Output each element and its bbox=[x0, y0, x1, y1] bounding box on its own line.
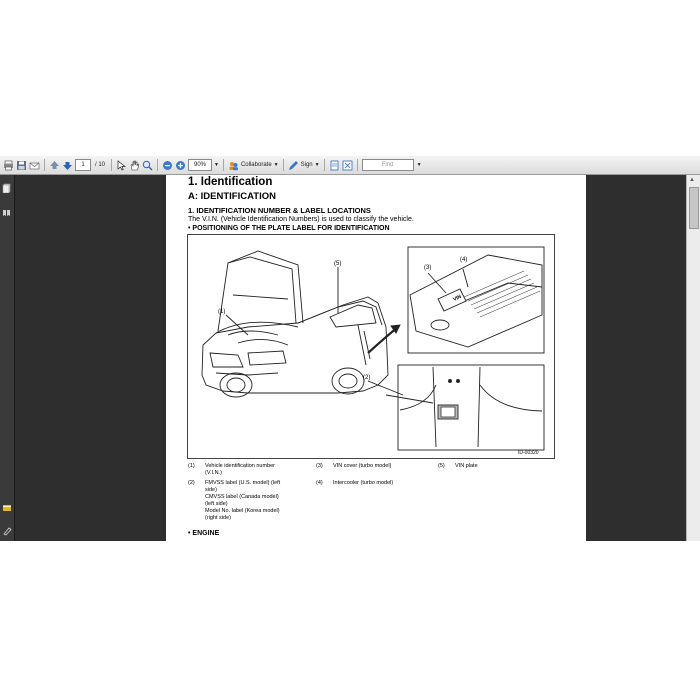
bookmarks-icon[interactable] bbox=[2, 205, 12, 216]
chevron-down-icon[interactable]: ▼ bbox=[417, 158, 422, 172]
toolbar-separator bbox=[323, 159, 325, 171]
pdf-viewer-window: 1 / 10 90% ▼ Collaborate ▼ Sign ▼ Find ▼… bbox=[0, 156, 700, 541]
legend-col-3: (5) VIN plate bbox=[438, 463, 518, 470]
attachments-icon[interactable] bbox=[2, 500, 12, 511]
legend-col-2: (3) VIN cover (turbo model) (4) Intercoo… bbox=[316, 463, 436, 487]
callout-3: (3) bbox=[424, 265, 431, 271]
pdf-page: 1. Identification A: IDENTIFICATION 1. I… bbox=[166, 175, 586, 541]
collaborate-icon bbox=[229, 161, 238, 170]
toolbar-separator bbox=[222, 159, 224, 171]
signatures-icon[interactable] bbox=[2, 523, 12, 536]
legend-item: (1) Vehicle identification number (V.I.N… bbox=[188, 463, 276, 476]
navigation-pane bbox=[0, 175, 15, 541]
sign-button[interactable]: Sign ▼ bbox=[288, 158, 320, 172]
sign-label: Sign bbox=[300, 162, 313, 168]
toolbar-separator bbox=[44, 159, 45, 171]
legend-item: (4) Intercooler (turbo model) bbox=[316, 480, 394, 486]
prev-page-icon[interactable] bbox=[49, 158, 60, 172]
sign-icon bbox=[288, 160, 298, 170]
page-number-input[interactable]: 1 bbox=[75, 159, 91, 171]
toolbar: 1 / 10 90% ▼ Collaborate ▼ Sign ▼ Find ▼ bbox=[0, 156, 700, 175]
zoom-select[interactable]: 90% bbox=[188, 159, 213, 171]
fullscreen-icon[interactable] bbox=[342, 158, 353, 172]
fit-page-icon[interactable] bbox=[329, 158, 340, 172]
chevron-down-icon: ▼ bbox=[314, 162, 320, 168]
chevron-down-icon: ▼ bbox=[273, 162, 279, 168]
legend-item: (3) VIN cover (turbo model) bbox=[316, 463, 392, 469]
email-icon[interactable] bbox=[29, 158, 40, 172]
legend-item: (2) FMVSS label (U.S. model) (left side)… bbox=[188, 480, 281, 521]
document-area[interactable]: 1. Identification A: IDENTIFICATION 1. I… bbox=[15, 175, 687, 541]
vertical-scrollbar[interactable]: ▲ bbox=[686, 175, 700, 541]
scroll-thumb[interactable] bbox=[689, 187, 699, 229]
chevron-down-icon[interactable]: ▼ bbox=[214, 158, 219, 172]
bullet-heading-engine: • ENGINE bbox=[188, 530, 220, 537]
zoom-out-icon[interactable] bbox=[162, 158, 173, 172]
car-illustration: (1) (5) (3) (4) (2) VIN ID-00320 bbox=[201, 246, 545, 456]
print-icon[interactable] bbox=[3, 158, 14, 172]
toolbar-separator bbox=[157, 159, 159, 171]
select-tool-icon[interactable] bbox=[116, 158, 127, 172]
hand-tool-icon[interactable] bbox=[129, 158, 140, 172]
save-icon[interactable] bbox=[16, 158, 27, 172]
legend-col-1: (1) Vehicle identification number (V.I.N… bbox=[188, 463, 318, 522]
figure-id: ID-00320 bbox=[518, 450, 539, 456]
intro-paragraph: The V.I.N. (Vehicle Identification Numbe… bbox=[188, 216, 414, 223]
subsection-title: A: IDENTIFICATION bbox=[188, 191, 276, 202]
zoom-in-icon[interactable] bbox=[175, 158, 186, 172]
callout-1: (1) bbox=[218, 309, 225, 315]
section-title: 1. Identification bbox=[188, 176, 273, 188]
pages-icon[interactable] bbox=[2, 180, 12, 194]
zoom-tool-icon[interactable] bbox=[142, 158, 153, 172]
bullet-heading: • POSITIONING OF THE PLATE LABEL FOR IDE… bbox=[188, 225, 390, 232]
toolbar-separator bbox=[356, 159, 358, 171]
find-input[interactable]: Find bbox=[361, 159, 414, 171]
next-page-icon[interactable] bbox=[62, 158, 73, 172]
toolbar-separator bbox=[111, 159, 113, 171]
collaborate-label: Collaborate bbox=[240, 162, 272, 168]
callout-4: (4) bbox=[460, 257, 467, 263]
collaborate-button[interactable]: Collaborate ▼ bbox=[228, 158, 279, 172]
toolbar-separator bbox=[282, 159, 284, 171]
callout-5: (5) bbox=[334, 261, 341, 267]
page-total-label: / 10 bbox=[95, 162, 106, 168]
vehicle-diagram: (1) (5) (3) (4) (2) VIN ID-00320 bbox=[187, 234, 555, 459]
callout-2: (2) bbox=[363, 375, 370, 381]
legend-item: (5) VIN plate bbox=[438, 463, 478, 469]
scroll-up-icon[interactable]: ▲ bbox=[689, 177, 695, 183]
topic-title: 1. IDENTIFICATION NUMBER & LABEL LOCATIO… bbox=[188, 206, 371, 215]
